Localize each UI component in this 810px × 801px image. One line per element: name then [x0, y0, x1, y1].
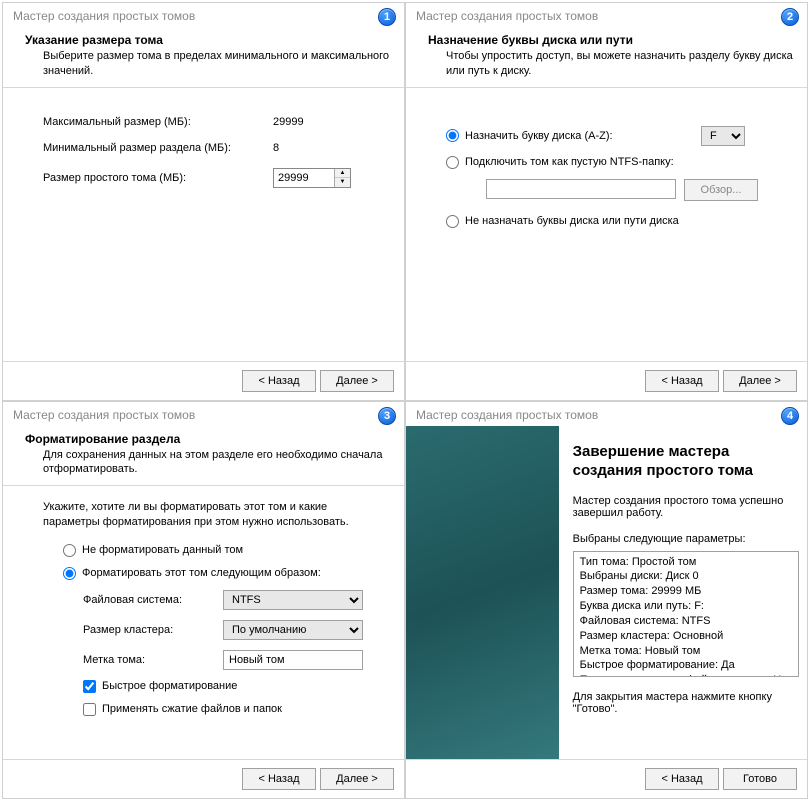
wizard-header: Форматирование раздела Для сохранения да… — [3, 426, 404, 487]
min-size-value: 8 — [273, 142, 279, 154]
mount-folder-label: Подключить том как пустую NTFS-папку: — [465, 156, 674, 168]
wizard-header: Назначение буквы диска или пути Чтобы уп… — [406, 27, 807, 88]
summary-item: Буква диска или путь: F: — [580, 599, 792, 614]
cluster-size-label: Размер кластера: — [83, 624, 223, 636]
cluster-size-select[interactable]: По умолчанию — [223, 620, 363, 640]
window-title: Мастер создания простых томов — [406, 402, 807, 426]
wizard-side-banner — [406, 426, 559, 760]
wizard-step-size: Мастер создания простых томов 1 Указание… — [2, 2, 405, 401]
step-badge: 2 — [781, 8, 799, 26]
window-title: Мастер создания простых томов — [3, 3, 404, 27]
window-title: Мастер создания простых томов — [3, 402, 404, 426]
no-assign-label: Не назначать буквы диска или пути диска — [465, 215, 679, 227]
wizard-body: Укажите, хотите ли вы форматировать этот… — [3, 486, 404, 759]
next-button[interactable]: Далее > — [320, 768, 394, 790]
wizard-body: Завершение мастера создания простого том… — [406, 426, 807, 760]
filesystem-select[interactable]: NTFS — [223, 590, 363, 610]
summary-item: Файловая система: NTFS — [580, 614, 792, 629]
summary-item: Тип тома: Простой том — [580, 555, 792, 570]
back-button[interactable]: < Назад — [242, 768, 316, 790]
wizard-body: Назначить букву диска (A-Z): F Подключит… — [406, 88, 807, 361]
min-size-label: Минимальный размер раздела (МБ): — [43, 142, 273, 154]
summary-listbox[interactable]: Тип тома: Простой том Выбраны диски: Дис… — [573, 551, 799, 677]
finish-button[interactable]: Готово — [723, 768, 797, 790]
volume-label-input[interactable] — [223, 650, 363, 670]
wizard-footer: < Назад Далее > — [3, 759, 404, 798]
close-hint: Для закрытия мастера нажмите кнопку "Гот… — [573, 691, 799, 715]
next-button[interactable]: Далее > — [320, 370, 394, 392]
window-title: Мастер создания простых томов — [406, 3, 807, 27]
summary-item: Применение сжатия файлов и папок: Нет — [580, 673, 792, 676]
page-title: Назначение буквы диска или пути — [428, 33, 797, 47]
wizard-step-format: Мастер создания простых томов 3 Форматир… — [2, 401, 405, 800]
mount-folder-radio[interactable] — [446, 156, 459, 169]
assign-letter-label: Назначить букву диска (A-Z): — [465, 130, 695, 142]
back-button[interactable]: < Назад — [645, 370, 719, 392]
summary-label: Выбраны следующие параметры: — [573, 533, 799, 545]
quick-format-checkbox[interactable] — [83, 680, 96, 693]
wizard-footer: < Назад Далее > — [3, 361, 404, 400]
page-subtitle: Для сохранения данных на этом разделе ег… — [25, 448, 394, 478]
no-assign-radio[interactable] — [446, 215, 459, 228]
wizard-footer: < Назад Далее > — [406, 361, 807, 400]
back-button[interactable]: < Назад — [645, 768, 719, 790]
mount-path-input — [486, 179, 676, 199]
summary-item: Размер тома: 29999 МБ — [580, 584, 792, 599]
step-badge: 4 — [781, 407, 799, 425]
summary-item: Метка тома: Новый том — [580, 644, 792, 659]
page-subtitle: Выберите размер тома в пределах минималь… — [25, 49, 394, 79]
quick-format-label: Быстрое форматирование — [102, 680, 237, 692]
filesystem-label: Файловая система: — [83, 594, 223, 606]
format-label: Форматировать этот том следующим образом… — [82, 567, 321, 579]
volume-size-input[interactable] — [274, 169, 334, 187]
spin-up-icon[interactable]: ▲ — [335, 169, 350, 179]
page-subtitle: Чтобы упростить доступ, вы можете назнач… — [428, 49, 797, 79]
assign-letter-radio[interactable] — [446, 129, 459, 142]
page-title: Указание размера тома — [25, 33, 394, 47]
wizard-step-complete: Мастер создания простых томов 4 Завершен… — [405, 401, 808, 800]
step-badge: 1 — [378, 8, 396, 26]
compression-label: Применять сжатие файлов и папок — [102, 703, 282, 715]
summary-item: Выбраны диски: Диск 0 — [580, 569, 792, 584]
finish-title: Завершение мастера создания простого том… — [573, 442, 799, 481]
step-badge: 3 — [378, 407, 396, 425]
no-format-label: Не форматировать данный том — [82, 544, 243, 556]
finish-message: Мастер создания простого тома успешно за… — [573, 495, 799, 519]
back-button[interactable]: < Назад — [242, 370, 316, 392]
wizard-step-drive-letter: Мастер создания простых томов 2 Назначен… — [405, 2, 808, 401]
next-button[interactable]: Далее > — [723, 370, 797, 392]
page-title: Форматирование раздела — [25, 432, 394, 446]
max-size-label: Максимальный размер (МБ): — [43, 116, 273, 128]
volume-size-spinner[interactable]: ▲ ▼ — [273, 168, 351, 188]
volume-label-label: Метка тома: — [83, 654, 223, 666]
summary-item: Размер кластера: Основной — [580, 629, 792, 644]
wizard-footer: < Назад Готово — [406, 759, 807, 798]
summary-item: Быстрое форматирование: Да — [580, 658, 792, 673]
wizard-header: Указание размера тома Выберите размер то… — [3, 27, 404, 88]
no-format-radio[interactable] — [63, 544, 76, 557]
max-size-value: 29999 — [273, 116, 304, 128]
volume-size-label: Размер простого тома (МБ): — [43, 172, 273, 184]
format-instruction: Укажите, хотите ли вы форматировать этот… — [43, 500, 378, 530]
drive-letter-select[interactable]: F — [701, 126, 745, 146]
spin-down-icon[interactable]: ▼ — [335, 178, 350, 187]
browse-button: Обзор... — [684, 179, 758, 201]
format-radio[interactable] — [63, 567, 76, 580]
wizard-body: Максимальный размер (МБ): 29999 Минималь… — [3, 88, 404, 361]
compression-checkbox[interactable] — [83, 703, 96, 716]
